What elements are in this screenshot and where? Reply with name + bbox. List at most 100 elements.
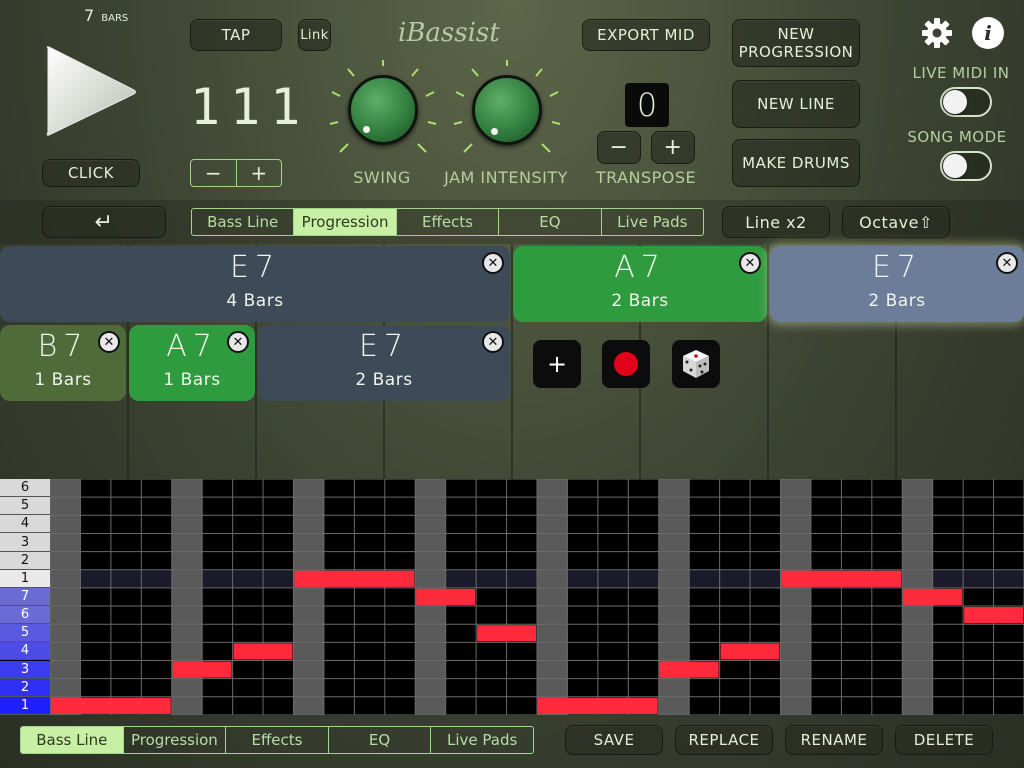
transpose-plus-button[interactable]: + [651,131,695,164]
chord-block[interactable]: E7 4 Bars ✕ [0,246,510,322]
close-icon[interactable]: ✕ [482,252,504,274]
play-button[interactable] [40,42,140,138]
row-label: 5 [0,497,50,516]
beat-column [537,479,568,715]
note-block[interactable] [233,643,293,660]
swing-label: SWING [353,168,411,187]
tab-progression[interactable]: Progression [124,727,227,753]
tempo-minus-button[interactable]: − [191,160,237,186]
delete-button[interactable]: DELETE [895,725,993,755]
row-label: 4 [0,642,50,661]
return-icon: ↵ [94,209,114,235]
song-mode-toggle[interactable] [940,151,992,181]
tempo-display: 111 [190,78,311,136]
plus-icon: + [546,350,568,378]
note-block[interactable] [51,697,171,714]
note-block[interactable] [964,607,1023,624]
chord-block-selected[interactable]: E7 2 Bars ✕ [770,246,1024,322]
transpose-minus-button[interactable]: − [597,131,641,164]
new-progression-button[interactable]: NEW PROGRESSION [732,19,860,67]
tab-bass-line[interactable]: Bass Line [21,727,124,753]
chord-name: B7 [37,329,89,364]
chord-bars: 1 Bars [34,370,92,390]
export-mid-button[interactable]: EXPORT MID [582,19,710,51]
close-icon[interactable]: ✕ [739,252,761,274]
chord-bars: 2 Bars [611,291,669,311]
chord-bars: 2 Bars [355,370,413,390]
note-block[interactable] [172,661,232,678]
chord-block[interactable]: B7 1 Bars ✕ [0,325,126,401]
link-button[interactable]: Link [298,19,331,51]
row-label: 2 [0,678,50,697]
tab-eq[interactable]: EQ [329,727,432,753]
song-mode-label: SONG MODE [907,128,1007,146]
new-line-button[interactable]: NEW LINE [732,80,860,128]
transpose-label: TRANSPOSE [595,168,697,187]
chord-block[interactable]: A7 1 Bars ✕ [129,325,255,401]
row-label: 6 [0,606,50,625]
return-button[interactable]: ↵ [42,206,166,238]
tempo-plus-button[interactable]: + [237,160,282,186]
record-button[interactable] [602,340,650,388]
octave-button[interactable]: Octave⇧ [842,206,950,238]
jam-intensity-label: JAM INTENSITY [444,168,568,187]
note-block[interactable] [477,625,536,642]
swing-knob-face [348,75,418,145]
play-icon [46,46,136,136]
tab-live-pads[interactable]: Live Pads [602,209,703,235]
chord-name: E7 [871,250,923,285]
dice-button[interactable] [672,340,720,388]
note-block[interactable] [659,661,719,678]
save-button[interactable]: SAVE [565,725,663,755]
line-x2-button[interactable]: Line x2 [722,206,830,238]
tab-progression[interactable]: Progression [294,209,397,235]
row-label: 5 [0,624,50,643]
chord-bars: 4 Bars [226,291,284,311]
record-icon [614,352,638,376]
tab-eq[interactable]: EQ [499,209,602,235]
close-icon[interactable]: ✕ [98,331,120,353]
top-tab-bar: Bass Line Progression Effects EQ Live Pa… [191,208,704,236]
note-block[interactable] [781,570,902,587]
close-icon[interactable]: ✕ [996,252,1018,274]
close-icon[interactable]: ✕ [227,331,249,353]
tab-live-pads[interactable]: Live Pads [431,727,533,753]
jam-intensity-knob[interactable] [452,60,562,170]
note-block[interactable] [294,570,415,587]
tab-effects[interactable]: Effects [397,209,500,235]
note-grid[interactable]: 6543217654321 [0,479,1024,715]
bottom-tab-bar: Bass Line Progression Effects EQ Live Pa… [20,726,534,754]
note-grid-canvas[interactable] [50,479,1024,715]
tab-effects[interactable]: Effects [226,727,329,753]
tap-button[interactable]: TAP [190,19,282,51]
note-block[interactable] [903,588,963,606]
rename-button[interactable]: RENAME [785,725,883,755]
bars-label: BARS [101,13,129,24]
click-button[interactable]: CLICK [42,159,140,187]
note-block[interactable] [720,643,780,660]
close-icon[interactable]: ✕ [482,331,504,353]
chord-bars: 2 Bars [868,291,926,311]
gear-icon[interactable] [920,16,954,50]
row-label: 2 [0,551,50,570]
chord-name: A7 [614,250,666,285]
make-drums-button[interactable]: MAKE DRUMS [732,139,860,187]
replace-button[interactable]: REPLACE [675,725,773,755]
tab-bass-line[interactable]: Bass Line [192,209,295,235]
live-midi-toggle[interactable] [940,87,992,117]
jam-intensity-knob-face [472,75,542,145]
tempo-stepper: − + [190,159,282,187]
swing-knob[interactable] [328,60,438,170]
row-label: 3 [0,533,50,552]
note-block[interactable] [538,697,658,714]
row-label: 1 [0,569,50,588]
row-label: 7 [0,587,50,607]
chord-block[interactable]: E7 2 Bars ✕ [258,325,510,401]
beat-column [171,479,203,715]
chord-name: A7 [166,329,218,364]
chord-name: E7 [358,329,410,364]
chord-block[interactable]: A7 2 Bars ✕ [513,246,767,322]
note-block[interactable] [416,588,476,606]
add-chord-button[interactable]: + [533,340,581,388]
info-icon[interactable]: i [972,17,1004,49]
